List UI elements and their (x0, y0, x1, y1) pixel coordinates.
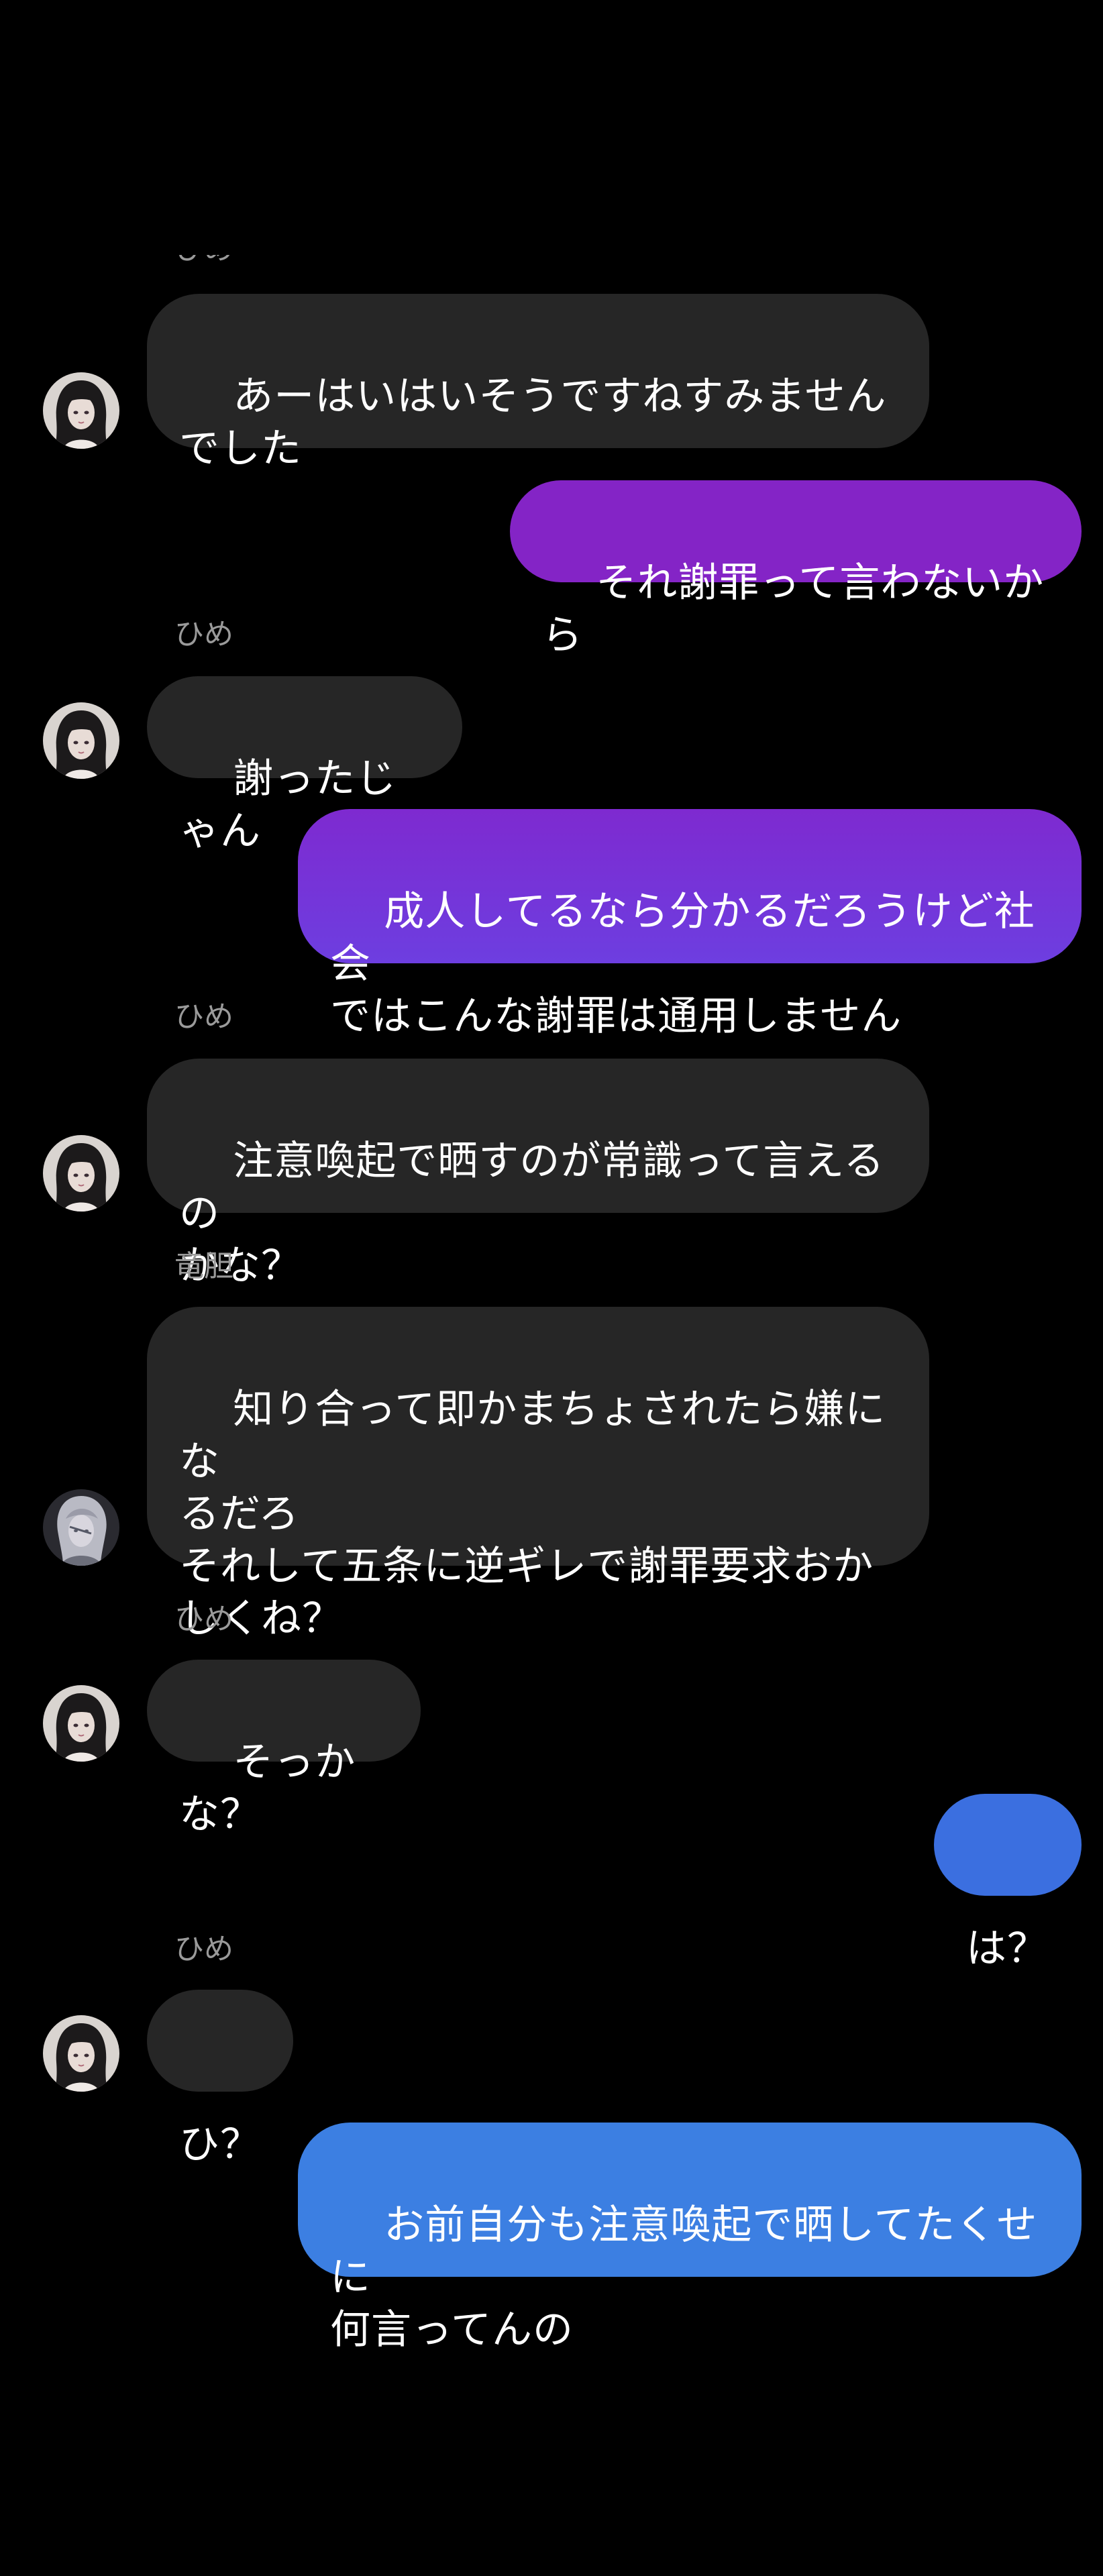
incoming-message-bubble[interactable]: そっかな？ (147, 1660, 421, 1838)
message-text: 注意喚起で晒すのが常識って言えるの かな？ (179, 1138, 885, 1289)
hime-avatar-icon[interactable] (43, 1135, 119, 1212)
message-text: そっかな？ (179, 1739, 356, 1838)
incoming-message-bubble[interactable]: あーはいはいそうですねすみません でした (147, 294, 929, 472)
message-text: それ謝罪って言わないから (542, 559, 1045, 659)
sender-name: ひめ (174, 1602, 233, 1636)
sender-name: ひめ (174, 1932, 233, 1966)
incoming-message-bubble[interactable]: ひ？ (147, 1990, 293, 2168)
rindou-avatar-icon[interactable] (43, 1489, 119, 1566)
outgoing-message-bubble[interactable]: それ謝罪って言わないから (510, 480, 1082, 659)
outgoing-message-bubble[interactable]: 成人してるなら分かるだろうけど社会 ではこんな謝罪は通用しません (298, 809, 1082, 1040)
hime-avatar-icon[interactable] (43, 1685, 119, 1762)
incoming-message-bubble[interactable]: 知り合って即かまちょされたら嫌にな るだろ それして五条に逆ギレで謝罪要求おか … (147, 1307, 929, 1642)
outgoing-message-bubble[interactable]: は？ (934, 1794, 1082, 1972)
message-text: お前自分も注意喚起で晒してたくせに 何言ってんの (330, 2202, 1038, 2353)
sender-name: ひめ (174, 255, 233, 268)
hime-avatar-icon[interactable] (43, 2015, 119, 2092)
incoming-message-bubble[interactable]: 注意喚起で晒すのが常識って言えるの かな？ (147, 1059, 929, 1289)
sender-name: ひめ (174, 617, 233, 651)
message-text: ひ？ (179, 2121, 261, 2168)
message-text: 成人してるなら分かるだろうけど社会 ではこんな謝罪は通用しません (330, 888, 1035, 1040)
outgoing-message-bubble[interactable]: お前自分も注意喚起で晒してたくせに 何言ってんの (298, 2123, 1082, 2353)
hime-avatar-icon[interactable] (43, 372, 119, 449)
message-text: あーはいはいそうですねすみません でした (179, 373, 887, 472)
sender-name: 竜胆 (174, 1249, 233, 1283)
chat-thread[interactable]: ひめ あーはいはいそうですねすみません でした それ謝罪って言わないから ひめ … (0, 0, 1103, 2576)
sender-name: ひめ (174, 1000, 233, 1034)
hime-avatar-icon[interactable] (43, 702, 119, 779)
message-text: 知り合って即かまちょされたら嫌にな るだろ それして五条に逆ギレで謝罪要求おか … (179, 1386, 886, 1642)
message-text: は？ (966, 1925, 1048, 1972)
incoming-message-bubble[interactable]: 謝ったじゃん (147, 676, 462, 855)
